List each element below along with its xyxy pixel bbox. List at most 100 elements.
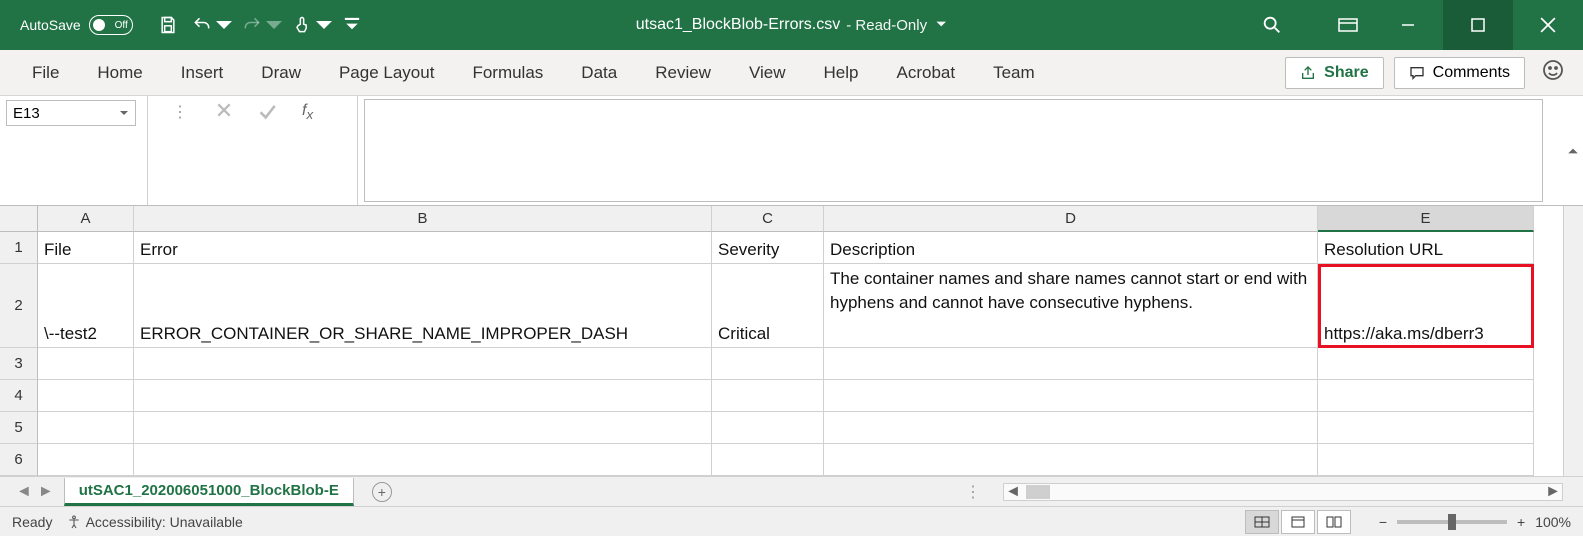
cell-b1[interactable]: Error <box>134 232 712 264</box>
select-all-corner[interactable] <box>0 206 38 232</box>
cell[interactable] <box>824 444 1318 476</box>
tab-home[interactable]: Home <box>79 55 160 91</box>
tab-help[interactable]: Help <box>806 55 877 91</box>
cell-a2[interactable]: \--test2 <box>38 264 134 348</box>
cell[interactable] <box>712 412 824 444</box>
cell[interactable] <box>824 380 1318 412</box>
tab-page-layout[interactable]: Page Layout <box>321 55 452 91</box>
cell[interactable] <box>712 380 824 412</box>
name-box[interactable]: E13 <box>6 100 136 126</box>
cell[interactable] <box>1318 380 1534 412</box>
vertical-scrollbar[interactable] <box>1563 206 1583 476</box>
cell[interactable] <box>824 412 1318 444</box>
cell[interactable] <box>134 444 712 476</box>
cell-e1[interactable]: Resolution URL <box>1318 232 1534 264</box>
save-button[interactable] <box>149 5 187 45</box>
row-header-1[interactable]: 1 <box>0 232 38 264</box>
accessibility-status[interactable]: Accessibility: Unavailable <box>66 514 242 530</box>
zoom-level[interactable]: 100% <box>1535 514 1571 530</box>
cell[interactable] <box>134 380 712 412</box>
cell-d1[interactable]: Description <box>824 232 1318 264</box>
customize-qat-button[interactable] <box>339 5 365 45</box>
comments-button[interactable]: Comments <box>1394 57 1525 89</box>
ribbon-display-options-button[interactable] <box>1323 0 1373 50</box>
col-header-e[interactable]: E <box>1318 206 1534 232</box>
cell-c1[interactable]: Severity <box>712 232 824 264</box>
autosave-control[interactable]: AutoSave Off <box>0 15 143 35</box>
horizontal-scrollbar[interactable]: ◄ ► <box>1003 483 1563 501</box>
row-header-3[interactable]: 3 <box>0 348 38 380</box>
maximize-button[interactable] <box>1443 0 1513 50</box>
save-icon <box>158 15 178 35</box>
scroll-left-icon[interactable]: ◄ <box>1004 483 1022 501</box>
tab-data[interactable]: Data <box>563 55 635 91</box>
row-header-4[interactable]: 4 <box>0 380 38 412</box>
scroll-right-icon[interactable]: ► <box>1544 483 1562 501</box>
sheet-tab-active[interactable]: utSAC1_202006051000_BlockBlob-E <box>64 478 354 506</box>
tab-team[interactable]: Team <box>975 55 1053 91</box>
autosave-toggle[interactable]: Off <box>89 15 133 35</box>
cell-e2[interactable]: https://aka.ms/dberr3 <box>1318 264 1534 348</box>
cell[interactable] <box>38 380 134 412</box>
spreadsheet-grid: 1 2 3 4 5 6 A B C D E File Error Severit… <box>0 206 1583 476</box>
undo-button[interactable] <box>189 5 237 45</box>
cell[interactable] <box>38 412 134 444</box>
zoom-in-button[interactable]: + <box>1517 514 1525 530</box>
tab-review[interactable]: Review <box>637 55 729 91</box>
cell[interactable] <box>1318 348 1534 380</box>
redo-button[interactable] <box>239 5 287 45</box>
cell-a1[interactable]: File <box>38 232 134 264</box>
cell[interactable] <box>38 348 134 380</box>
enter-icon[interactable] <box>258 102 276 120</box>
page-break-view-button[interactable] <box>1317 510 1351 534</box>
col-header-d[interactable]: D <box>824 206 1318 232</box>
name-box-value: E13 <box>13 105 40 122</box>
share-button[interactable]: Share <box>1285 57 1383 89</box>
cell[interactable] <box>712 348 824 380</box>
touch-mode-button[interactable] <box>289 5 337 45</box>
tab-view[interactable]: View <box>731 55 804 91</box>
cell[interactable] <box>1318 444 1534 476</box>
zoom-slider[interactable] <box>1397 520 1507 524</box>
formula-input[interactable] <box>364 99 1543 202</box>
search-button[interactable] <box>1261 14 1283 36</box>
cell[interactable] <box>134 348 712 380</box>
cell-c2[interactable]: Critical <box>712 264 824 348</box>
cell[interactable] <box>38 444 134 476</box>
fx-button[interactable]: fx <box>302 102 313 122</box>
name-box-container: E13 <box>0 96 148 205</box>
page-layout-view-button[interactable] <box>1281 510 1315 534</box>
scrollbar-thumb[interactable] <box>1026 485 1050 499</box>
prev-sheet-button[interactable]: ◄ <box>16 483 32 501</box>
cancel-icon[interactable] <box>216 102 232 118</box>
col-header-a[interactable]: A <box>38 206 134 232</box>
col-header-b[interactable]: B <box>134 206 712 232</box>
formula-bar-collapse[interactable] <box>1563 96 1583 205</box>
cell[interactable] <box>134 412 712 444</box>
tab-acrobat[interactable]: Acrobat <box>878 55 973 91</box>
feedback-button[interactable] <box>1541 58 1565 87</box>
row-header-5[interactable]: 5 <box>0 412 38 444</box>
next-sheet-button[interactable]: ► <box>38 483 54 501</box>
cell-b2[interactable]: ERROR_CONTAINER_OR_SHARE_NAME_IMPROPER_D… <box>134 264 712 348</box>
cell[interactable] <box>824 348 1318 380</box>
add-sheet-button[interactable]: + <box>372 482 392 502</box>
row-header-2[interactable]: 2 <box>0 264 38 348</box>
close-button[interactable] <box>1513 0 1583 50</box>
minimize-button[interactable] <box>1373 0 1443 50</box>
tab-draw[interactable]: Draw <box>243 55 319 91</box>
cell[interactable] <box>1318 412 1534 444</box>
tab-file[interactable]: File <box>14 55 77 91</box>
chevron-down-bar-icon <box>342 15 362 35</box>
tab-formulas[interactable]: Formulas <box>454 55 561 91</box>
row-header-6[interactable]: 6 <box>0 444 38 476</box>
undo-icon <box>192 15 212 35</box>
read-only-indicator[interactable]: - Read-Only <box>846 17 947 34</box>
cell[interactable] <box>712 444 824 476</box>
zoom-out-button[interactable]: − <box>1379 514 1387 530</box>
tab-insert[interactable]: Insert <box>163 55 242 91</box>
zoom-thumb[interactable] <box>1448 514 1456 530</box>
col-header-c[interactable]: C <box>712 206 824 232</box>
normal-view-button[interactable] <box>1245 510 1279 534</box>
cell-d2[interactable]: The container names and share names cann… <box>824 264 1318 348</box>
